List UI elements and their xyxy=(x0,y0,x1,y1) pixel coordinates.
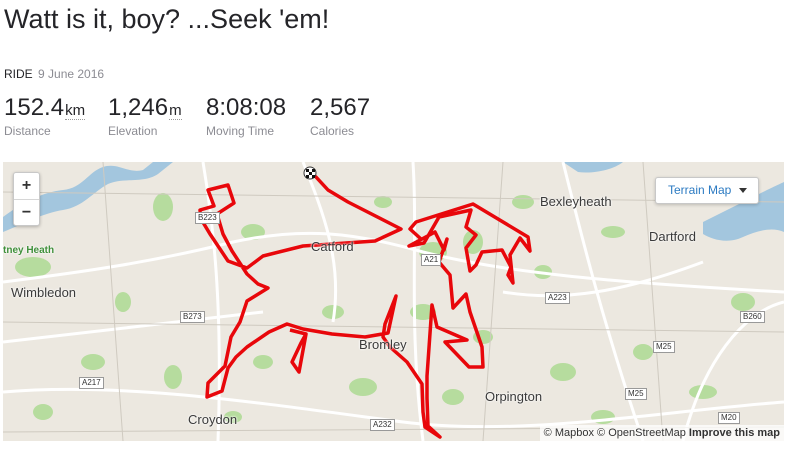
start-flag-icon xyxy=(303,166,317,180)
road-m25-north: M25 xyxy=(653,341,675,353)
stat-distance-value: 152.4 xyxy=(4,94,65,121)
stat-moving-time-label: Moving Time xyxy=(206,124,275,138)
route-map[interactable]: Bexleyheath Dartford Catford tney Heath … xyxy=(3,162,784,441)
road-m20: M20 xyxy=(718,412,740,424)
stat-elevation-label: Elevation xyxy=(108,124,158,138)
place-bromley: Bromley xyxy=(359,337,407,352)
map-attribution: © Mapbox © OpenStreetMap Improve this ma… xyxy=(539,425,784,441)
stat-elevation-value: 1,246 xyxy=(108,94,169,121)
road-a217: A217 xyxy=(79,377,104,389)
road-a232: A232 xyxy=(370,419,395,431)
osm-link[interactable]: © OpenStreetMap xyxy=(597,427,686,439)
stat-calories-label: Calories xyxy=(310,124,355,138)
place-dartford: Dartford xyxy=(649,229,696,244)
activity-type: RIDE xyxy=(4,67,33,81)
stat-elevation-unit: m xyxy=(169,102,182,120)
stat-elevation: 1,246m Elevation xyxy=(108,94,182,138)
stat-calories-value: 2,567 xyxy=(310,94,371,121)
route-loop-bromley xyxy=(289,328,308,374)
activity-title: Watt is it, boy? ...Seek 'em! xyxy=(4,4,330,34)
road-b260: B260 xyxy=(740,311,765,323)
road-a21: A21 xyxy=(421,254,442,266)
river-north xyxy=(563,162,623,173)
caret-down-icon xyxy=(739,188,748,194)
road-b273: B273 xyxy=(180,311,205,323)
mapbox-link[interactable]: © Mapbox xyxy=(544,427,594,439)
stat-distance-label: Distance xyxy=(4,124,51,138)
place-catford: Catford xyxy=(311,239,354,254)
place-wimbledon: Wimbledon xyxy=(11,285,77,300)
place-putney-heath: tney Heath xyxy=(3,245,55,256)
road-b223: B223 xyxy=(195,212,220,224)
stat-calories: 2,567 Calories xyxy=(310,94,370,138)
activity-date: 9 June 2016 xyxy=(38,67,105,81)
stat-moving-time-value: 8:08:08 xyxy=(206,94,287,121)
road-m25-south: M25 xyxy=(625,388,647,400)
improve-map-link[interactable]: Improve this map xyxy=(689,427,780,439)
stat-distance-unit: km xyxy=(65,102,86,120)
stat-moving-time: 8:08:08 Moving Time xyxy=(206,94,286,138)
place-croydon: Croydon xyxy=(188,412,238,427)
zoom-out-button[interactable]: − xyxy=(14,199,39,225)
place-orpington: Orpington xyxy=(485,389,543,404)
place-bexleyheath: Bexleyheath xyxy=(540,194,612,209)
zoom-control: + − xyxy=(13,172,40,226)
terrain-map-label: Terrain Map xyxy=(668,183,732,197)
stat-distance: 152.4km Distance xyxy=(4,94,86,138)
terrain-map-dropdown[interactable]: Terrain Map xyxy=(655,177,759,204)
road-a223: A223 xyxy=(545,292,570,304)
zoom-in-button[interactable]: + xyxy=(14,173,39,199)
activity-meta: RIDE 9 June 2016 xyxy=(4,67,104,81)
activity-route xyxy=(198,175,532,439)
